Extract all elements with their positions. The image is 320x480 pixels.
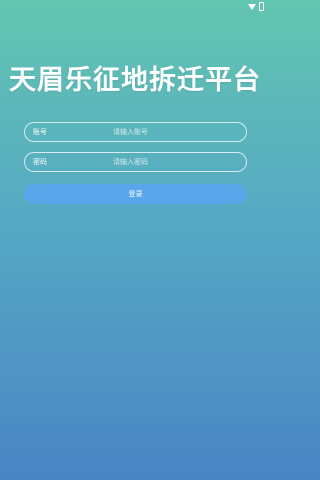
wifi-icon <box>248 3 256 10</box>
account-input[interactable] <box>71 128 246 136</box>
account-label: 账号 <box>33 128 47 136</box>
password-input[interactable] <box>71 158 246 166</box>
battery-icon <box>259 2 264 11</box>
status-icons <box>248 2 264 11</box>
password-field[interactable]: 密码 <box>24 152 247 172</box>
login-button[interactable]: 登录 <box>24 184 247 204</box>
password-label: 密码 <box>33 158 47 166</box>
account-field[interactable]: 账号 <box>24 122 247 142</box>
status-bar <box>0 0 270 14</box>
page-title: 天眉乐征地拆迁平台 <box>9 65 261 96</box>
